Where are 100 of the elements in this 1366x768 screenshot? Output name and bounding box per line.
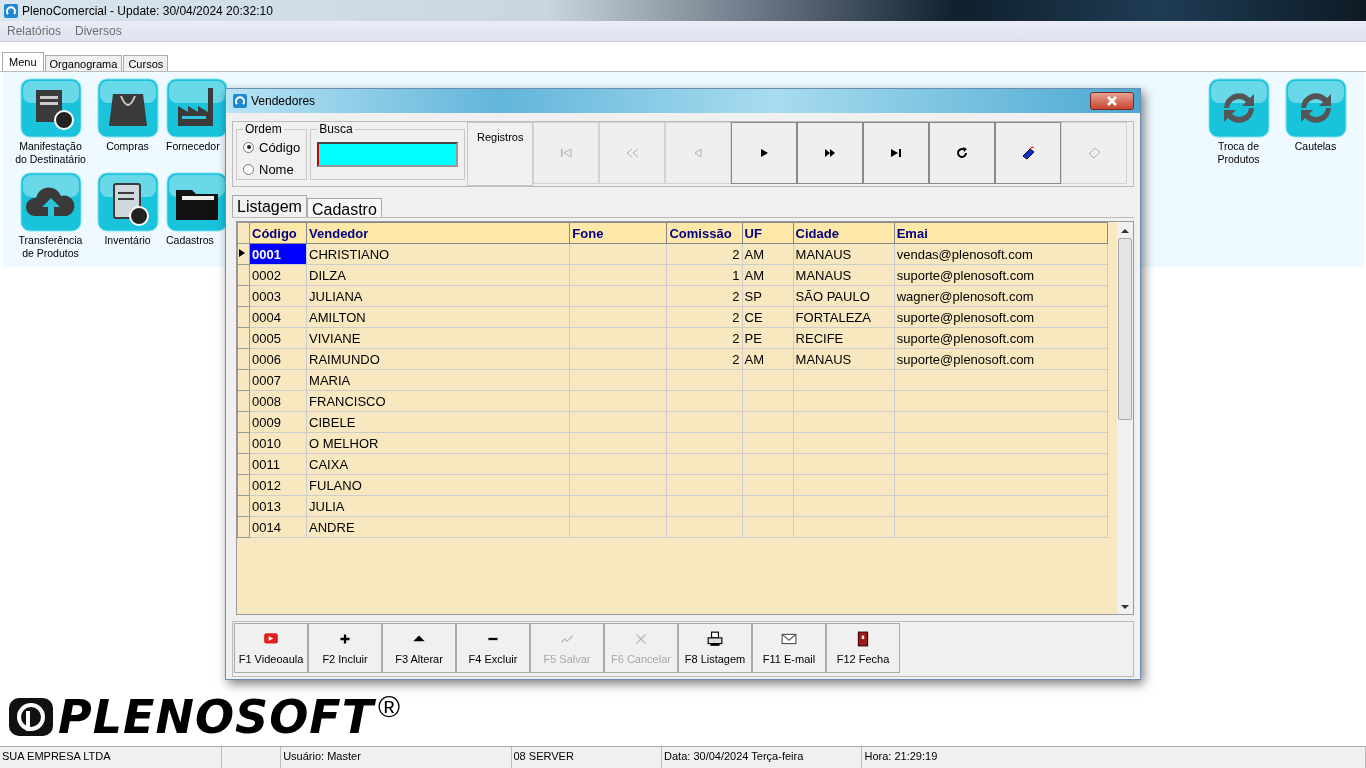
dialog-title: Vendedores [251, 94, 316, 108]
door-icon [855, 631, 871, 647]
table-cell: CHRISTIANO [306, 243, 570, 265]
tile-label[interactable]: Fornecedor [166, 140, 220, 153]
table-cell: DILZA [306, 264, 570, 286]
close-icon [1106, 96, 1118, 106]
column-header[interactable]: UF [742, 222, 794, 244]
column-header[interactable]: Código [249, 222, 307, 244]
status-cell: Hora: 21:29:19 [862, 747, 1366, 768]
rewind-icon [624, 146, 641, 160]
column-header[interactable]: Emai [894, 222, 1108, 244]
tile-label[interactable]: Cautelas [1294, 140, 1337, 153]
status-cell: SUA EMPRESA LTDA [0, 747, 223, 768]
radio-button[interactable] [243, 141, 254, 153]
current-row-icon [238, 248, 246, 258]
menu-item[interactable]: Diversos [75, 24, 122, 38]
tile-label[interactable]: Transferência de Produtos [18, 234, 83, 260]
table-cell: AMILTON [306, 306, 570, 328]
search-field[interactable] [317, 142, 459, 167]
plus-icon [337, 631, 353, 647]
column-header[interactable]: Comissão [666, 222, 743, 244]
table-cell: vendas@plenosoft.com [894, 243, 1108, 265]
tab[interactable]: Cursos [123, 55, 169, 71]
radio-option[interactable]: Nome [243, 158, 301, 180]
sync-arrows-icon[interactable] [1284, 78, 1347, 138]
table-cell: FRANCISCO [306, 390, 570, 412]
tab[interactable]: Cadastro [306, 198, 382, 217]
navigator-button[interactable] [929, 122, 996, 184]
window-title: PlenoComercial - Update: 30/04/2024 20:32:10 [22, 3, 273, 18]
tab[interactable]: Organograma [44, 55, 123, 71]
table-cell: suporte@plenosoft.com [894, 348, 1108, 370]
app-logo-icon [4, 3, 18, 18]
scroll-up-icon[interactable] [1121, 228, 1129, 234]
navigator-button[interactable] [863, 122, 930, 184]
function-button[interactable]: F12 Fecha [826, 623, 900, 673]
navigator-button[interactable] [731, 122, 798, 184]
records-label: Registros [476, 131, 524, 145]
table-cell: CAIXA [306, 453, 570, 475]
function-button[interactable]: F4 Excluir [456, 623, 530, 673]
printer-icon [707, 631, 723, 647]
status-cell: Usuário: Master [281, 747, 512, 768]
navigator-button[interactable] [797, 122, 864, 184]
table-cell: suporte@plenosoft.com [894, 264, 1108, 286]
tab[interactable]: Listagem [232, 195, 307, 217]
table-cell: suporte@plenosoft.com [894, 327, 1108, 349]
close-button[interactable] [1090, 92, 1134, 110]
column-header[interactable]: Fone [569, 222, 667, 244]
group-label: Ordem [244, 122, 283, 136]
group-label: Busca [318, 122, 354, 136]
function-button[interactable]: F1 Videoaula [234, 623, 308, 673]
table-cell: suporte@plenosoft.com [894, 306, 1108, 328]
folder-icon[interactable] [166, 172, 228, 232]
tile-label[interactable]: Inventário [104, 234, 151, 247]
function-button[interactable]: F11 E-mail [752, 623, 826, 673]
mail-icon [781, 631, 797, 647]
radio-label: Código [259, 139, 301, 155]
sync-arrows-icon[interactable] [1207, 78, 1270, 138]
navigator-button[interactable] [995, 122, 1062, 184]
app-logo-icon [233, 94, 247, 108]
radio-label: Nome [259, 161, 294, 177]
status-cell: Data: 30/04/2024 Terça-feira [662, 747, 863, 768]
radio-button[interactable] [243, 163, 254, 175]
cross-icon [633, 631, 649, 647]
shopping-bag-icon[interactable] [96, 78, 159, 138]
first-record-icon [558, 146, 575, 160]
cloud-upload-icon[interactable] [19, 172, 82, 232]
scroll-down-icon[interactable] [1121, 604, 1129, 610]
table-cell: FULANO [306, 474, 570, 496]
book-icon [1020, 146, 1037, 160]
table-cell: ANDRE [306, 516, 570, 538]
scrollbar[interactable] [1117, 222, 1133, 614]
function-button[interactable]: F8 Listagem [678, 623, 752, 673]
table-cell: O MELHOR [306, 432, 570, 454]
factory-icon[interactable] [166, 78, 228, 138]
tab[interactable]: Menu [2, 52, 44, 71]
clipboard-check-icon[interactable] [96, 172, 159, 232]
table-cell: CIBELE [306, 411, 570, 433]
tile-label[interactable]: Cadastros [166, 234, 214, 247]
tile-label[interactable]: Manifestação do Destinatário [15, 140, 86, 166]
registered-mark: ® [378, 690, 401, 724]
column-header[interactable]: Vendedor [306, 222, 570, 244]
tile-label[interactable]: Troca de Produtos [1217, 140, 1260, 166]
table-cell: MARIA [306, 369, 570, 391]
column-header[interactable]: Cidade [793, 222, 895, 244]
table-cell: VIVIANE [306, 327, 570, 349]
table-cell: RAIMUNDO [306, 348, 570, 370]
tile-label[interactable]: Compras [106, 140, 149, 153]
eraser-icon [1086, 146, 1103, 160]
brand-logo-icon [8, 697, 54, 737]
function-button[interactable]: F2 Incluir [308, 623, 382, 673]
table-cell: wagner@plenosoft.com [894, 285, 1108, 307]
video-play-icon [263, 631, 279, 647]
status-cell: 08 SERVER [511, 747, 663, 768]
brand-logo-text: PLENOSOFT [58, 690, 375, 744]
radio-option[interactable]: Código [243, 136, 301, 158]
menu-item[interactable]: Relatórios [7, 24, 62, 38]
document-check-icon[interactable] [19, 78, 82, 138]
function-button[interactable]: F3 Alterar [382, 623, 456, 673]
table-cell: JULIANA [306, 285, 570, 307]
table-cell: JULIA [306, 495, 570, 517]
